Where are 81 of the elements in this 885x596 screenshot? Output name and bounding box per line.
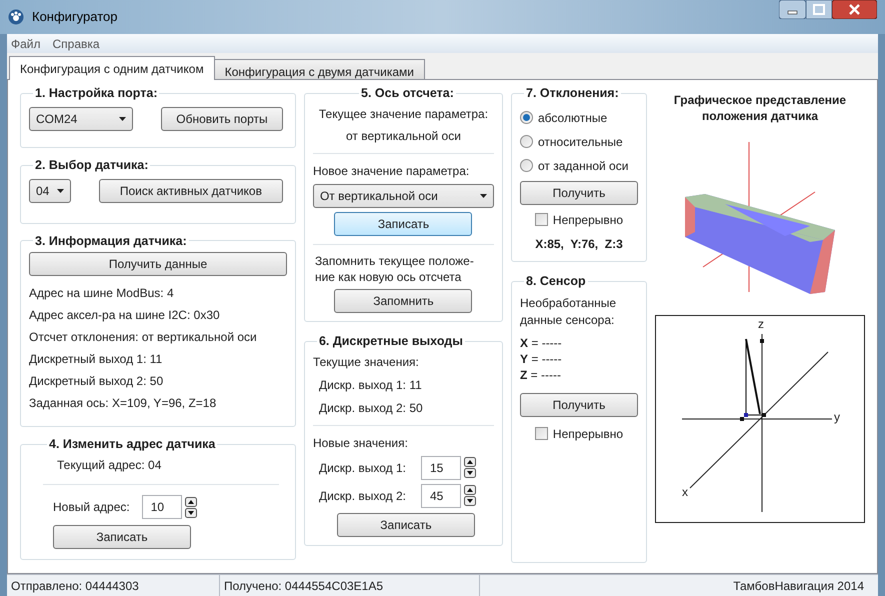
- radio-label: абсолютные: [538, 110, 608, 127]
- button[interactable]: Поиск активных датчиков: [98, 178, 283, 202]
- group-title: 4. Изменить адрес датчика: [48, 436, 216, 454]
- caret-icon: [119, 116, 126, 121]
- info-text: Заданная ось: X=109, Y=96, Z=18: [29, 395, 218, 412]
- close-button[interactable]: [832, 0, 877, 19]
- group-title: 2. Выбор датчика:: [34, 156, 150, 174]
- graphic-title: Графическое представление положения датчика: [672, 92, 848, 124]
- spin-up-button[interactable]: [464, 457, 476, 467]
- spin-down-button[interactable]: [464, 496, 476, 506]
- number-field[interactable]: 15: [420, 456, 461, 480]
- spin-down-button[interactable]: [184, 508, 197, 518]
- new-value-label: Новое значение параметра:: [312, 162, 470, 180]
- checkbox-label: Непрерывно: [552, 426, 624, 442]
- group-title: 1. Настройка порта:: [34, 85, 158, 102]
- current-value: от вертикальной оси: [345, 128, 462, 145]
- info-text: Адрес аксел-ра на шине I2C: 0x30: [29, 307, 221, 324]
- group-title: 8. Сенсор: [525, 272, 587, 290]
- caret-icon: [480, 194, 487, 198]
- group-title: 3. Информация датчика:: [34, 232, 188, 250]
- radio-label: от заданной оси: [538, 158, 628, 175]
- status-text: Получено: 0444554C03E1A5: [220, 575, 480, 596]
- group-title: 7. Отклонения:: [525, 85, 620, 102]
- info-text: Отсчет отклонения: от вертикальной оси: [29, 329, 258, 346]
- spin-down-button[interactable]: [464, 468, 476, 478]
- current-values-label: Текущие значения:: [312, 354, 420, 370]
- output-value: Дискр. выход 2: 50: [318, 400, 424, 416]
- current-value-label: Текущее значение параметра:: [318, 106, 490, 123]
- field-label: Дискр. выход 1:: [318, 460, 407, 476]
- info-text: Дискретный выход 2: 50: [29, 373, 164, 390]
- field-label: Новый адрес:: [53, 499, 130, 516]
- status-text: Отправлено: 04444303: [7, 575, 220, 596]
- dropdown[interactable]: 04: [29, 178, 71, 202]
- group-title: 6. Дискретные выходы: [318, 332, 464, 350]
- caret-icon: [57, 188, 64, 192]
- app-icon: [8, 9, 24, 25]
- tab[interactable]: Конфигурация с одним датчиком: [9, 56, 215, 80]
- dropdown[interactable]: От вертикальной оси: [312, 184, 494, 208]
- maximize-button[interactable]: [806, 0, 832, 19]
- axis-label: z: [758, 318, 764, 330]
- button[interactable]: Записать: [334, 212, 472, 236]
- sensor-value: Y = -----: [520, 350, 563, 366]
- checkbox[interactable]: [534, 427, 548, 440]
- minimize-button[interactable]: [779, 0, 806, 19]
- new-values-label: Новые значения:: [312, 434, 409, 452]
- spin-up-button[interactable]: [184, 496, 197, 506]
- button[interactable]: Получить: [520, 392, 638, 416]
- window-title: Конфигуратор: [32, 8, 118, 26]
- radio-button[interactable]: [520, 159, 533, 172]
- current-address: Текущий адрес: 04: [56, 457, 162, 474]
- angle-reading: X:85, Y:76, Z:3: [534, 236, 624, 253]
- menu-item[interactable]: Справка: [52, 34, 100, 52]
- button[interactable]: Записать: [53, 525, 191, 549]
- remember-text: Запомнить текущее положе-ние как новую ось отсчета: [314, 252, 475, 285]
- spin-up-button[interactable]: [464, 485, 476, 495]
- radio-button[interactable]: [520, 135, 533, 148]
- radio-label: относительные: [538, 134, 623, 151]
- menu-item[interactable]: Файл: [11, 34, 41, 52]
- output-value: Дискр. выход 1: 11: [318, 376, 423, 394]
- button[interactable]: Обновить порты: [160, 106, 283, 131]
- button[interactable]: Записать: [336, 512, 475, 536]
- info-text: Адрес на шине ModBus: 4: [29, 285, 175, 302]
- axis-label: y: [834, 411, 840, 423]
- button[interactable]: Получить данные: [29, 252, 287, 276]
- number-field[interactable]: 45: [420, 484, 461, 508]
- dropdown[interactable]: COM24: [29, 106, 133, 131]
- axis-label: x: [682, 486, 688, 498]
- checkbox-label: Непрерывно: [552, 212, 624, 229]
- field-label: Дискр. выход 2:: [318, 488, 407, 504]
- button[interactable]: Получить: [520, 180, 638, 205]
- number-field[interactable]: 10: [142, 495, 182, 519]
- info-text: Дискретный выход 1: 11: [29, 351, 164, 368]
- group-title: 5. Ось отсчета:: [360, 85, 455, 102]
- button[interactable]: Запомнить: [334, 288, 472, 313]
- checkbox[interactable]: [534, 213, 548, 226]
- sensor-value: Z = -----: [520, 366, 562, 382]
- sensor-value: X = -----: [520, 334, 563, 350]
- sensor-caption: Необработанные данные сенсора:: [520, 294, 618, 328]
- status-text: ТамбовНавигация 2014: [732, 578, 865, 594]
- tab[interactable]: Конфигурация с двумя датчиками: [214, 59, 425, 80]
- radio-button[interactable]: [520, 111, 533, 124]
